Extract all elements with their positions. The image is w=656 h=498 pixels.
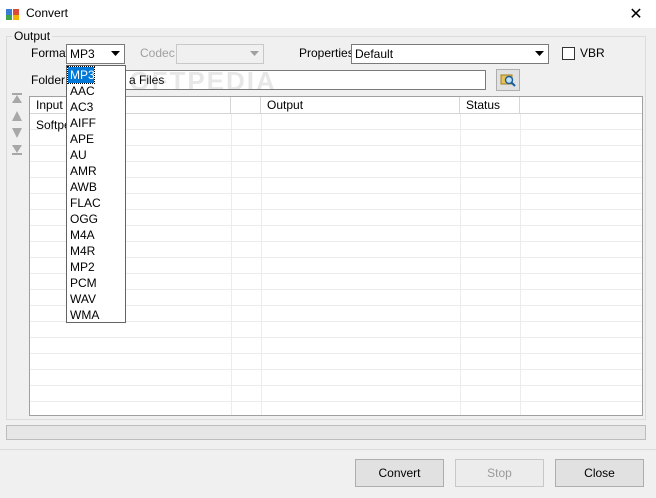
output-group-label: Output bbox=[12, 29, 53, 43]
arrow-up-icon[interactable] bbox=[11, 110, 23, 122]
column-header-status[interactable]: Status bbox=[460, 97, 520, 114]
close-window-button[interactable]: ✕ bbox=[616, 0, 656, 28]
format-option-ac3[interactable]: AC3 bbox=[68, 99, 124, 115]
close-icon: ✕ bbox=[629, 6, 643, 23]
properties-select-value: Default bbox=[355, 47, 394, 61]
title-bar: Convert ✕ bbox=[0, 0, 656, 28]
format-option-ogg[interactable]: OGG bbox=[68, 211, 124, 227]
codec-label: Codec bbox=[140, 46, 175, 60]
format-select-value: MP3 bbox=[70, 47, 95, 61]
format-option-m4a[interactable]: M4A bbox=[68, 227, 124, 243]
arrow-bottom-icon[interactable] bbox=[11, 144, 23, 156]
format-option-mp3[interactable]: MP3 bbox=[67, 66, 95, 84]
format-select[interactable]: MP3 bbox=[66, 44, 125, 64]
format-option-au[interactable]: AU bbox=[68, 147, 124, 163]
grid-divider bbox=[261, 114, 262, 415]
grid-divider bbox=[460, 114, 461, 415]
format-option-ape[interactable]: APE bbox=[68, 131, 124, 147]
vbr-checkbox[interactable] bbox=[562, 47, 575, 60]
codec-select[interactable] bbox=[176, 44, 264, 64]
column-header-extra[interactable] bbox=[520, 97, 642, 114]
stop-button[interactable]: Stop bbox=[455, 459, 544, 487]
column-header-input[interactable]: Input bbox=[30, 97, 231, 114]
grid-divider bbox=[520, 114, 521, 415]
arrow-top-icon[interactable] bbox=[11, 92, 23, 104]
convert-button[interactable]: Convert bbox=[355, 459, 444, 487]
arrow-down-icon[interactable] bbox=[11, 127, 23, 139]
format-option-aac[interactable]: AAC bbox=[68, 83, 124, 99]
progress-bar bbox=[6, 425, 646, 440]
format-option-wav[interactable]: WAV bbox=[68, 291, 124, 307]
watermark: SOFTPEDIA bbox=[110, 66, 277, 96]
window-title: Convert bbox=[26, 6, 69, 20]
format-option-aiff[interactable]: AIFF bbox=[68, 115, 124, 131]
format-option-wma[interactable]: WMA bbox=[68, 307, 124, 323]
grid-divider bbox=[231, 114, 232, 415]
format-option-flac[interactable]: FLAC bbox=[68, 195, 124, 211]
browse-folder-button[interactable] bbox=[496, 69, 520, 91]
format-option-amr[interactable]: AMR bbox=[68, 163, 124, 179]
app-icon bbox=[6, 9, 19, 20]
close-button[interactable]: Close bbox=[555, 459, 644, 487]
folder-search-icon bbox=[500, 74, 516, 87]
chevron-down-icon bbox=[531, 45, 548, 63]
properties-label: Properties bbox=[299, 46, 354, 60]
format-option-awb[interactable]: AWB bbox=[68, 179, 124, 195]
column-header-output[interactable]: Output bbox=[261, 97, 460, 114]
bottom-divider bbox=[0, 449, 656, 450]
chevron-down-icon bbox=[246, 45, 263, 63]
format-option-m4r[interactable]: M4R bbox=[68, 243, 124, 259]
folder-label: Folder bbox=[31, 73, 66, 87]
properties-select[interactable]: Default bbox=[351, 44, 549, 64]
format-option-mp2[interactable]: MP2 bbox=[68, 259, 124, 275]
chevron-down-icon bbox=[107, 45, 124, 63]
column-header-blank[interactable] bbox=[231, 97, 261, 114]
format-option-pcm[interactable]: PCM bbox=[68, 275, 124, 291]
vbr-label: VBR bbox=[580, 46, 605, 60]
format-label: Format bbox=[31, 46, 70, 60]
format-dropdown-list[interactable]: MP3 AAC AC3 AIFF APE AU AMR AWB FLAC OGG… bbox=[66, 65, 126, 323]
